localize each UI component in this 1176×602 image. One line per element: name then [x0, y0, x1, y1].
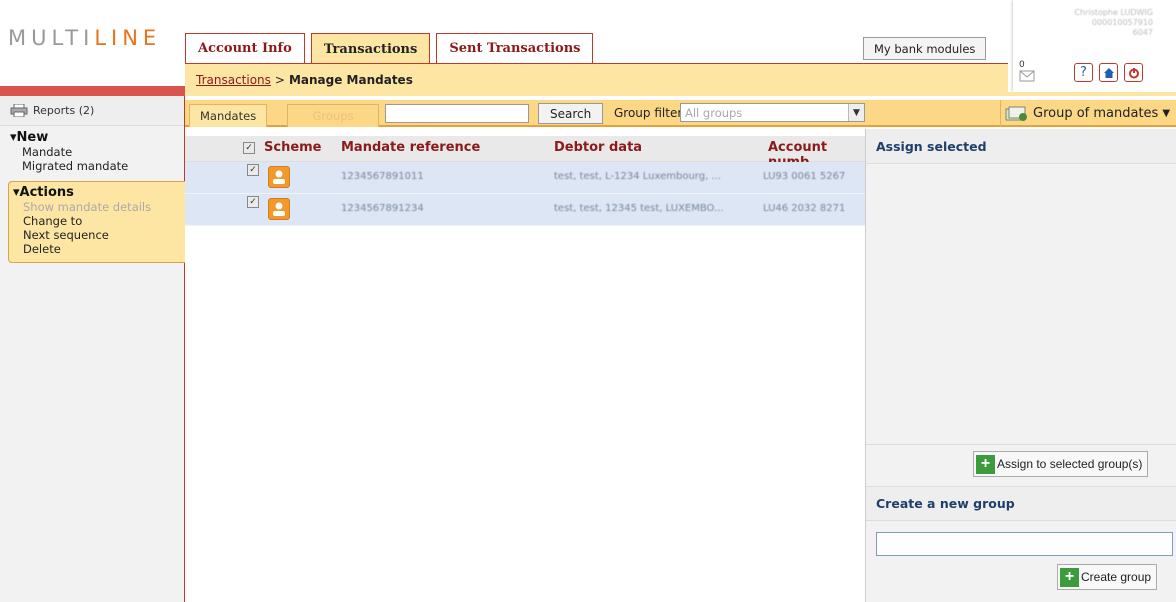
plus-icon: + [1060, 567, 1079, 587]
main-tabs: Account Info Transactions Sent Transacti… [185, 33, 599, 64]
left-sidebar: Reports (2) ▾New Mandate Migrated mandat… [0, 96, 185, 602]
printer-icon [10, 104, 28, 117]
table-header: ✓ Scheme Mandate reference Debtor data A… [185, 136, 865, 170]
group-filter-value: All groups [685, 105, 743, 120]
group-filter-select[interactable]: All groups ▼ [680, 103, 865, 122]
new-section: ▾New Mandate Migrated mandate [0, 126, 184, 179]
person-icon [268, 198, 290, 220]
my-bank-modules-button[interactable]: My bank modules [863, 37, 987, 60]
cell-debtor: test, test, 12345 test, LUXEMBO... [554, 203, 724, 214]
actions-title: Actions [19, 185, 74, 200]
breadcrumb-separator: > [274, 73, 285, 87]
new-migrated-mandate-link[interactable]: Migrated mandate [10, 159, 178, 173]
select-all-checkbox[interactable]: ✓ [243, 142, 255, 154]
user-name: Christophe LUDWIG [1074, 8, 1153, 17]
breadcrumb-link-transactions[interactable]: Transactions [196, 73, 271, 87]
multiline-logo: MULTILINE [8, 26, 161, 50]
table-row[interactable]: ✓ 1234567891011 test, test, L-1234 Luxem… [185, 162, 865, 194]
show-mandate-details-link: Show mandate details [23, 200, 152, 214]
actions-section: ▾Actions Show mandate details Change to … [8, 181, 185, 263]
assign-selected-heading: Assign selected [866, 129, 1176, 164]
tab-groups[interactable]: Groups [287, 104, 379, 127]
new-title: New [16, 130, 49, 145]
reports-link[interactable]: Reports (2) [0, 96, 184, 126]
tab-mandates[interactable]: Mandates [189, 104, 268, 127]
search-input[interactable] [385, 104, 529, 123]
person-icon [268, 166, 290, 188]
logo-text-b: LINE [94, 26, 162, 50]
user-box: Christophe LUDWIG 000010057910 6047 0 ? [1013, 0, 1176, 92]
cell-reference: 1234567891234 [341, 203, 424, 214]
user-id: 000010057910 [1091, 18, 1153, 27]
user-code: 6047 [1132, 28, 1153, 37]
plus-icon: + [976, 454, 995, 474]
create-button-label: Create group [1081, 570, 1152, 584]
toolbar: Mandates Groups Search Group filter All … [185, 100, 1176, 127]
band-extension [1008, 92, 1176, 96]
user-info: Christophe LUDWIG 000010057910 6047 [1023, 8, 1153, 38]
group-folder-icon [1005, 106, 1027, 121]
mail-icon[interactable] [1019, 62, 1035, 82]
actions-heading[interactable]: ▾Actions [11, 185, 181, 200]
cell-reference: 1234567891011 [341, 171, 424, 182]
group-filter-label: Group filter [614, 106, 683, 120]
row-checkbox[interactable]: ✓ [247, 196, 259, 208]
help-icon[interactable]: ? [1074, 63, 1093, 82]
logo-underline [0, 86, 185, 96]
table-row[interactable]: ✓ 1234567891234 test, test, 12345 test, … [185, 194, 865, 226]
new-group-name-input[interactable] [876, 532, 1173, 556]
dropdown-arrow-icon: ▼ [1162, 108, 1171, 119]
assign-button-label: Assign to selected group(s) [997, 457, 1143, 471]
create-new-group-heading: Create a new group [866, 486, 1176, 521]
change-to-next-sequence-link[interactable]: Change to Next sequence [11, 214, 111, 242]
group-panel: Assign selected + Assign to selected gro… [865, 129, 1176, 602]
assign-to-selected-groups-button[interactable]: + Assign to selected group(s) [973, 451, 1149, 477]
search-button[interactable]: Search [538, 103, 604, 124]
tab-transactions[interactable]: Transactions [310, 33, 431, 64]
cell-account: LU46 2032 8271 [763, 203, 846, 214]
breadcrumb: Transactions > Manage Mandates [185, 63, 1008, 96]
new-mandate-link[interactable]: Mandate [10, 145, 178, 159]
delete-link[interactable]: Delete [11, 242, 181, 256]
cell-debtor: test, test, L-1234 Luxembourg, ... [554, 171, 721, 182]
tab-sent-transactions[interactable]: Sent Transactions [436, 33, 594, 63]
create-group-button[interactable]: + Create group [1057, 564, 1158, 590]
header-debtor-data[interactable]: Debtor data [554, 140, 642, 155]
header-scheme[interactable]: Scheme [264, 140, 322, 155]
breadcrumb-current: Manage Mandates [288, 73, 413, 87]
tab-account-info[interactable]: Account Info [185, 33, 305, 63]
mandates-table: ✓ Scheme Mandate reference Debtor data A… [185, 136, 865, 602]
group-of-mandates-menu[interactable]: Group of mandates ▼ [1000, 100, 1176, 127]
logout-icon[interactable] [1124, 63, 1143, 82]
reports-label: Reports (2) [33, 104, 95, 117]
new-heading[interactable]: ▾New [10, 130, 178, 145]
panel-divider [866, 444, 1176, 445]
cell-account: LU93 0061 5267 [763, 171, 846, 182]
home-icon[interactable] [1099, 63, 1118, 82]
row-checkbox[interactable]: ✓ [247, 164, 259, 176]
group-of-mandates-label: Group of mandates [1033, 106, 1159, 121]
logo-text-a: MULTI [8, 26, 95, 50]
chevron-down-icon[interactable]: ▼ [848, 104, 864, 121]
header-mandate-reference[interactable]: Mandate reference [341, 140, 480, 155]
